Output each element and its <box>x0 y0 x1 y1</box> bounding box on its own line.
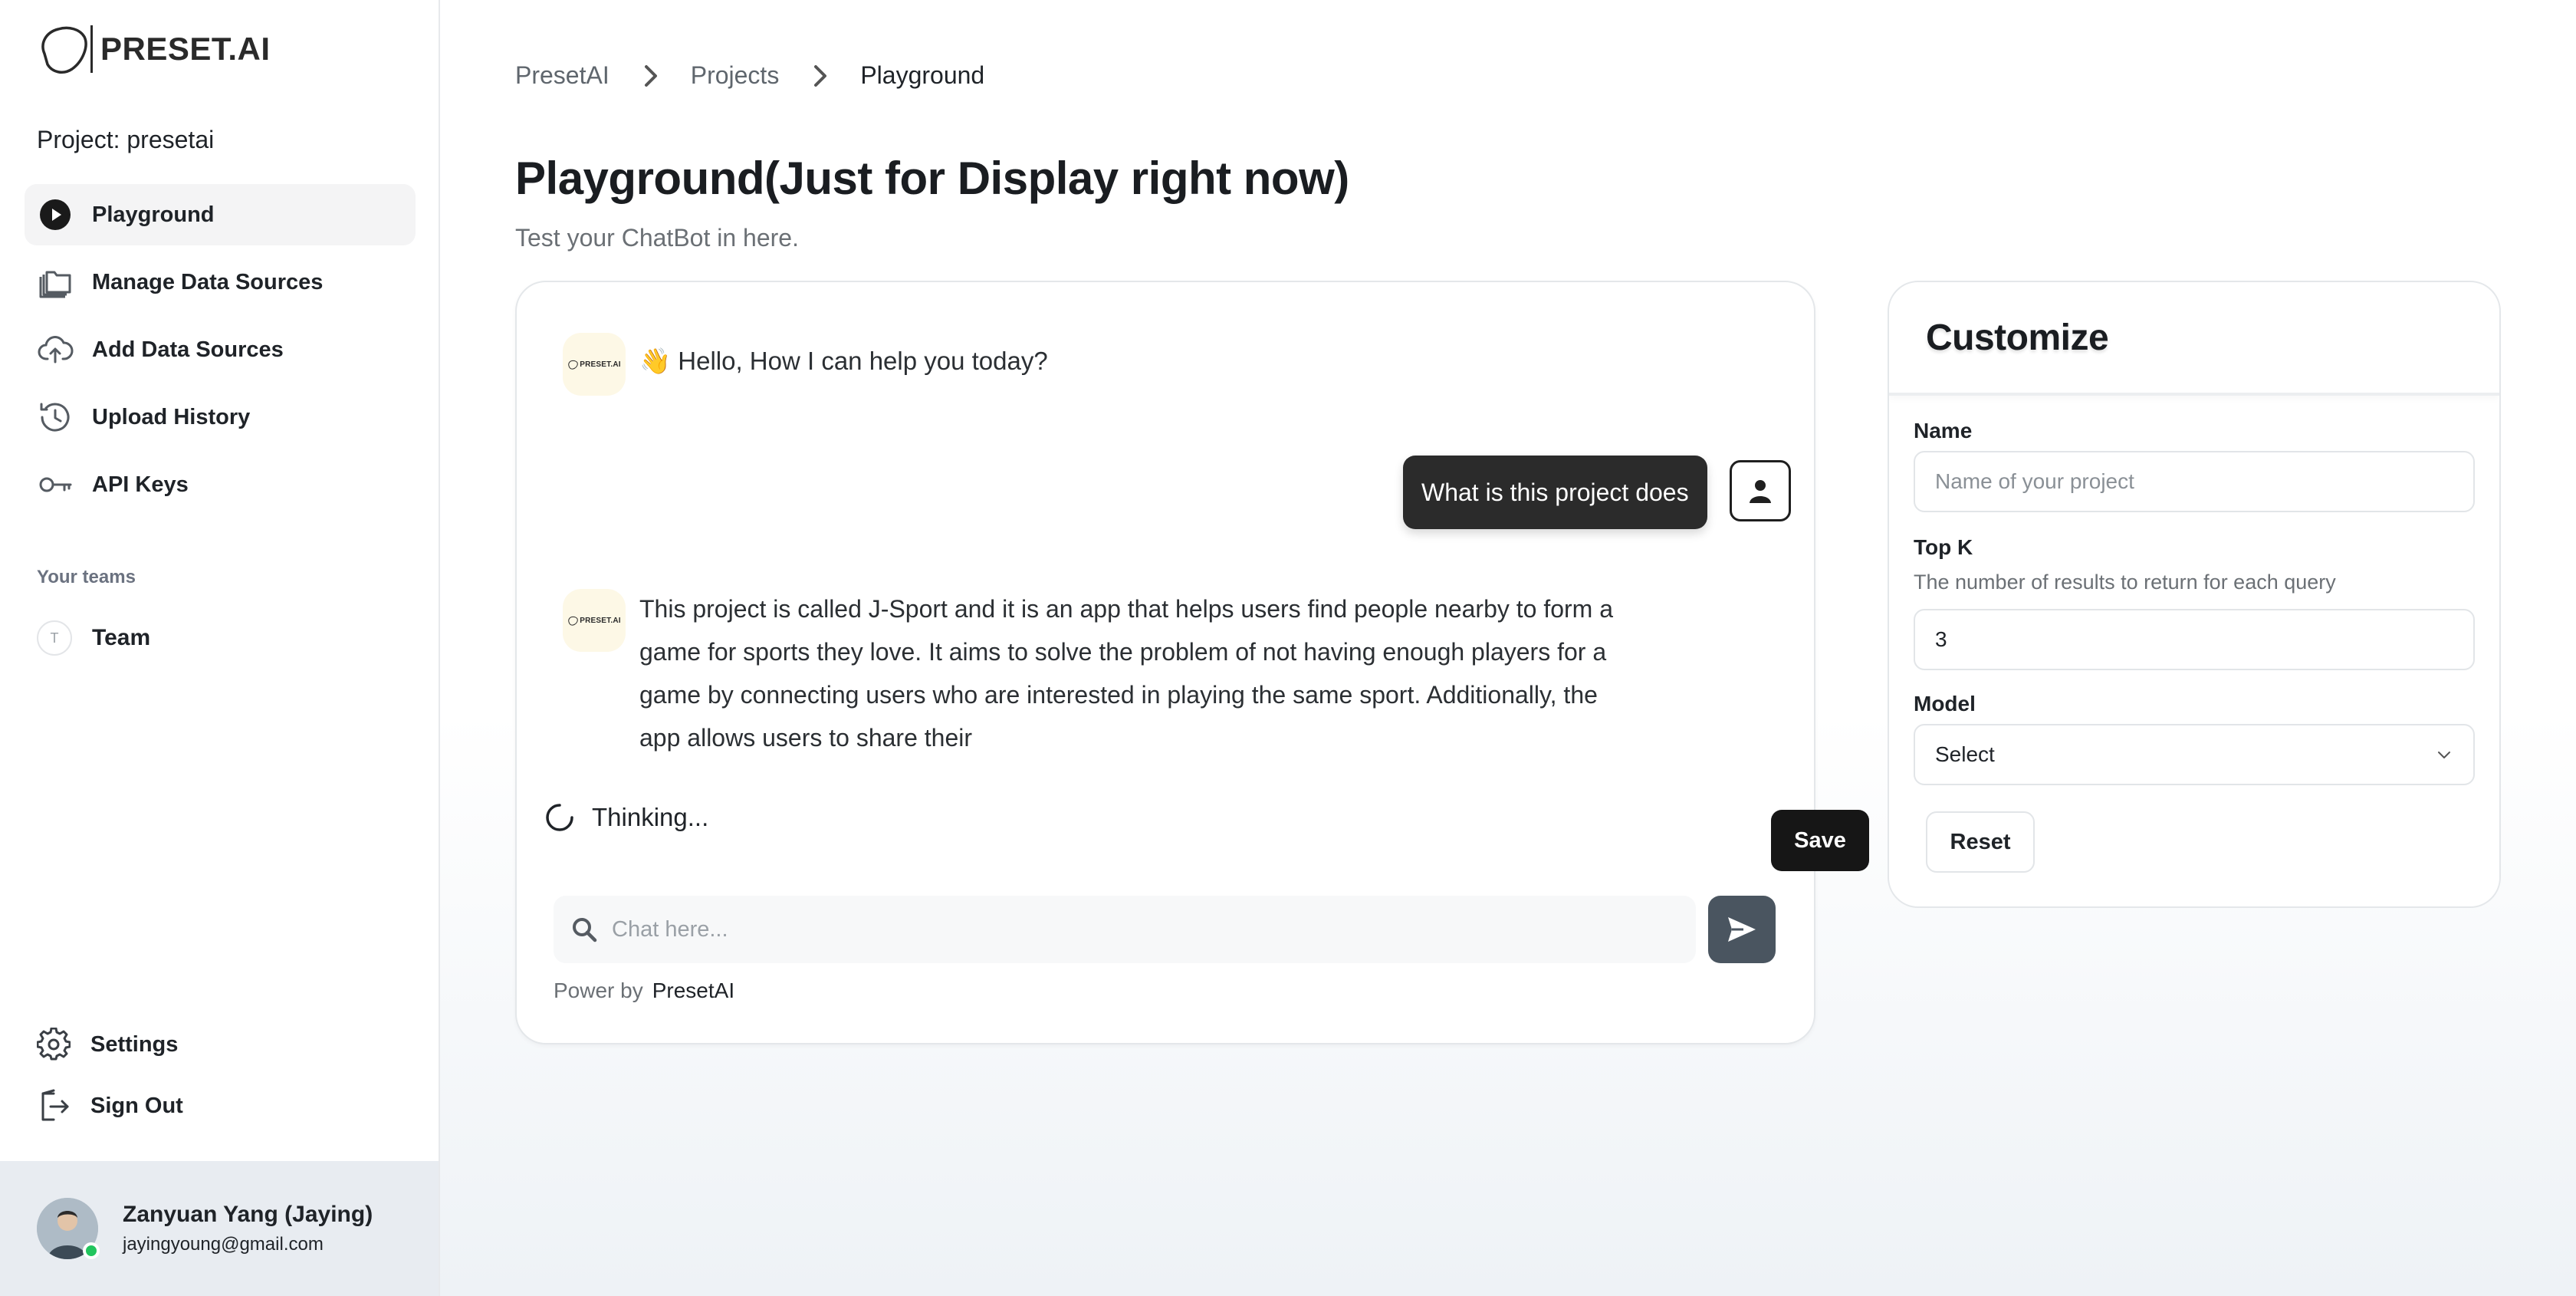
brand-logo[interactable]: PRESET.AI <box>35 23 271 75</box>
user-name: Zanyuan Yang (Jaying) <box>123 1202 373 1227</box>
sidebar-item-api-keys[interactable]: API Keys <box>25 454 416 515</box>
powered-by-brand[interactable]: PresetAI <box>652 979 734 1002</box>
sidebar-item-playground[interactable]: Playground <box>25 184 416 245</box>
customize-panel: Customize Name Top K The number of resul… <box>1888 281 2501 908</box>
sidebar-item-label: Sign Out <box>90 1093 183 1118</box>
sidebar-item-sign-out[interactable]: Sign Out <box>37 1084 183 1127</box>
sidebar-item-label: Upload History <box>92 404 251 429</box>
sidebar: PRESET.AI Project: presetai Playground M… <box>0 0 440 1296</box>
bot-greeting-message: 👋 Hello, How I can help you today? <box>639 347 1048 375</box>
play-circle-icon <box>37 196 74 233</box>
sidebar-item-upload-history[interactable]: Upload History <box>25 386 416 448</box>
chat-panel: PRESET.AI 👋 Hello, How I can help you to… <box>515 281 1815 1044</box>
send-icon <box>1728 917 1756 942</box>
model-label: Model <box>1914 692 1976 715</box>
key-icon <box>37 466 74 503</box>
chat-input-container <box>554 896 1696 963</box>
sidebar-nav: Playground Manage Data Sources Add Data … <box>25 184 416 521</box>
logo-mark-icon <box>568 360 578 370</box>
bot-avatar: PRESET.AI <box>563 333 626 396</box>
chevron-down-icon <box>2438 752 2450 758</box>
bot-reply-message: This project is called J-Sport and it is… <box>639 595 1614 752</box>
breadcrumb: PresetAI Projects Playground <box>515 61 984 90</box>
team-label: Team <box>92 625 151 650</box>
sidebar-bottom-nav: Settings Sign Out <box>37 1023 183 1146</box>
top-k-label: Top K <box>1914 535 1973 559</box>
sidebar-item-add-data-sources[interactable]: Add Data Sources <box>25 319 416 380</box>
main-content: PresetAI Projects Playground Playground(… <box>440 0 2576 1296</box>
team-avatar: T <box>37 620 72 656</box>
breadcrumb-playground: Playground <box>860 61 985 89</box>
model-select-value: Select <box>1935 742 1995 766</box>
teams-section-title: Your teams <box>37 567 136 587</box>
user-info: Zanyuan Yang (Jaying) jayingyoung@gmail.… <box>123 1202 373 1255</box>
powered-by-prefix: Power by <box>554 979 643 1002</box>
bot-avatar-text: PRESET.AI <box>580 616 621 625</box>
person-icon <box>1750 480 1771 503</box>
name-input[interactable] <box>1935 469 2473 494</box>
bot-avatar-logo: PRESET.AI <box>567 360 621 370</box>
user-email: jayingyoung@gmail.com <box>123 1234 324 1255</box>
sidebar-item-label: Manage Data Sources <box>92 269 324 294</box>
sidebar-item-label: Settings <box>90 1031 179 1057</box>
top-k-input[interactable] <box>1935 627 2473 652</box>
powered-by: Power by PresetAI <box>554 979 734 1003</box>
folders-icon <box>37 264 74 301</box>
spinner-icon <box>546 804 573 831</box>
chevron-right-icon <box>644 64 657 87</box>
sign-out-icon <box>35 1087 72 1124</box>
customize-header: Customize <box>1889 282 2499 396</box>
page-subtitle: Test your ChatBot in here. <box>515 224 799 252</box>
sidebar-item-label: Playground <box>92 202 215 227</box>
user-avatar <box>1730 460 1791 521</box>
chat-input[interactable] <box>612 916 1670 942</box>
gear-icon <box>35 1026 72 1063</box>
logo-text: PRESET.AI <box>100 31 271 67</box>
top-k-field <box>1914 609 2475 670</box>
name-field <box>1914 451 2475 512</box>
top-k-help-text: The number of results to return for each… <box>1914 571 2336 594</box>
thinking-indicator: Thinking... <box>544 802 708 833</box>
page-title: Playground(Just for Display right now) <box>515 153 1349 204</box>
model-select[interactable]: Select <box>1914 724 2475 785</box>
user-message-bubble: What is this project does <box>1403 456 1707 529</box>
sidebar-item-team[interactable]: T Team <box>37 620 150 656</box>
project-label: Project: presetai <box>37 126 215 153</box>
customize-title: Customize <box>1926 317 2109 358</box>
thinking-text: Thinking... <box>592 803 709 831</box>
sidebar-item-label: Add Data Sources <box>92 337 284 362</box>
sidebar-item-label: API Keys <box>92 472 189 497</box>
logo-mark-icon <box>568 616 578 626</box>
name-label: Name <box>1914 419 1973 442</box>
bot-avatar-text: PRESET.AI <box>580 360 621 369</box>
cloud-upload-icon <box>37 331 74 368</box>
logo-divider <box>90 25 93 73</box>
sidebar-item-manage-data-sources[interactable]: Manage Data Sources <box>25 252 416 313</box>
logo-mark-icon <box>41 26 87 74</box>
history-icon <box>37 399 74 436</box>
search-icon <box>573 918 597 942</box>
bot-avatar-logo: PRESET.AI <box>567 616 621 626</box>
send-button[interactable] <box>1708 896 1776 963</box>
chevron-right-icon <box>814 64 827 87</box>
save-button[interactable]: Save <box>1771 810 1869 871</box>
sidebar-item-settings[interactable]: Settings <box>37 1023 183 1066</box>
online-status-dot <box>83 1242 100 1259</box>
bot-avatar: PRESET.AI <box>563 589 626 652</box>
user-profile-panel[interactable]: Zanyuan Yang (Jaying) jayingyoung@gmail.… <box>0 1161 439 1296</box>
breadcrumb-presetai[interactable]: PresetAI <box>515 61 610 90</box>
reset-button[interactable]: Reset <box>1926 811 2035 873</box>
avatar <box>37 1198 100 1259</box>
breadcrumb-projects[interactable]: Projects <box>691 61 780 90</box>
